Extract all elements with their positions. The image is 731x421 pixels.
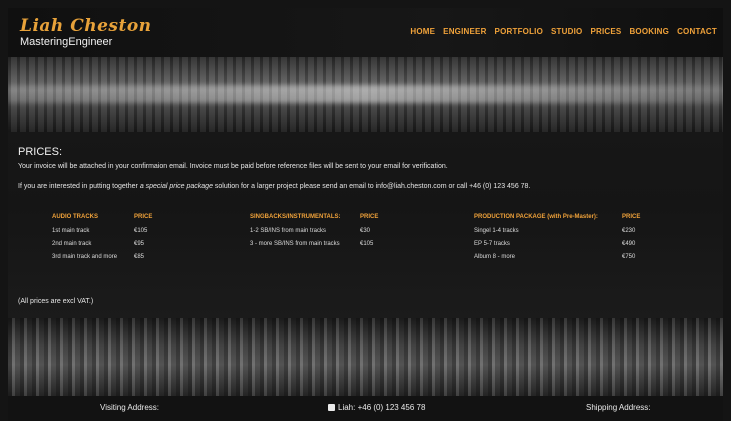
singbacks-prices: PRICE €30 €105 — [360, 214, 400, 254]
phone-text[interactable]: Liah: +46 (0) 123 456 78 — [338, 403, 425, 412]
main-nav: HOME ENGINEER PORTFOLIO STUDIO PRICES BO… — [410, 27, 717, 36]
nav-studio[interactable]: STUDIO — [551, 27, 582, 36]
table-row-item: 3 - more SB/INS from main tracks — [250, 241, 340, 247]
note-emphasis: a special price package — [139, 183, 213, 190]
banner-light-streak — [8, 85, 723, 103]
table-row-item: Singel 1-4 tracks — [474, 228, 519, 234]
nav-portfolio[interactable]: PORTFOLIO — [495, 27, 543, 36]
audio-tracks-header: AUDIO TRACKS — [52, 214, 98, 220]
audio-tracks-items: AUDIO TRACKS 1st main track 2nd main tra… — [52, 214, 132, 267]
invoice-note: Your invoice will be attached in your co… — [18, 163, 448, 170]
table-row-item: EP 5-7 tracks — [474, 241, 510, 247]
table-row-price: €95 — [134, 241, 145, 247]
visiting-address-label: Visiting Address: — [100, 403, 159, 412]
production-package-header: PRODUCTION PACKAGE (with Pre-Master): — [474, 214, 598, 220]
table-row-item: Album 8 - more — [474, 254, 516, 260]
page-frame: Liah Cheston MasteringEngineer HOME ENGI… — [8, 8, 723, 421]
table-row-item: 2nd main track — [52, 241, 92, 247]
table-row-price: €85 — [134, 254, 145, 260]
prices-section: PRICES: Your invoice will be attached in… — [8, 132, 723, 318]
singbacks-header: SINGBACKS/INSTRUMENTALS: — [250, 214, 341, 220]
production-package-items: PRODUCTION PACKAGE (with Pre-Master): Si… — [474, 214, 619, 267]
phone-icon — [328, 404, 335, 411]
site-header: Liah Cheston MasteringEngineer HOME ENGI… — [8, 8, 723, 57]
logo-script[interactable]: Liah Cheston — [20, 16, 152, 36]
nav-engineer[interactable]: ENGINEER — [443, 27, 486, 36]
table-row-item: 3rd main track and more — [52, 254, 118, 260]
table-row-item: 1-2 SB/INS from main tracks — [250, 228, 327, 234]
logo-subtitle[interactable]: MasteringEngineer — [20, 36, 112, 48]
special-package-note: If you are interested in putting togethe… — [18, 183, 530, 190]
audio-tracks-prices: PRICE €105 €95 €85 — [134, 214, 174, 267]
studio-banner-bottom — [8, 318, 723, 396]
singbacks-items: SINGBACKS/INSTRUMENTALS: 1-2 SB/INS from… — [250, 214, 358, 254]
shipping-address-label: Shipping Address: — [586, 403, 651, 412]
production-price-header: PRICE — [622, 214, 641, 220]
table-row-item: 1st main track — [52, 228, 90, 234]
audio-price-header: PRICE — [134, 214, 153, 220]
site-footer: Visiting Address: Liah: +46 (0) 123 456 … — [8, 396, 723, 421]
table-row-price: €30 — [360, 228, 371, 234]
studio-banner-top — [8, 57, 723, 132]
vat-note: (All prices are excl VAT.) — [18, 298, 94, 305]
prices-title: PRICES: — [18, 146, 63, 158]
phone-contact[interactable]: Liah: +46 (0) 123 456 78 — [328, 403, 425, 412]
singbacks-price-header: PRICE — [360, 214, 379, 220]
note-text-start: If you are interested in putting togethe… — [18, 183, 140, 190]
production-package-prices: PRICE €230 €490 €750 — [622, 214, 662, 267]
nav-prices[interactable]: PRICES — [590, 27, 621, 36]
table-row-price: €105 — [134, 228, 148, 234]
table-row-price: €230 — [622, 228, 636, 234]
nav-home[interactable]: HOME — [410, 27, 435, 36]
nav-booking[interactable]: BOOKING — [629, 27, 669, 36]
table-row-price: €750 — [622, 254, 636, 260]
note-text-end: solution for a larger project please sen… — [212, 183, 531, 190]
nav-contact[interactable]: CONTACT — [677, 27, 717, 36]
table-row-price: €105 — [360, 241, 374, 247]
table-row-price: €490 — [622, 241, 636, 247]
